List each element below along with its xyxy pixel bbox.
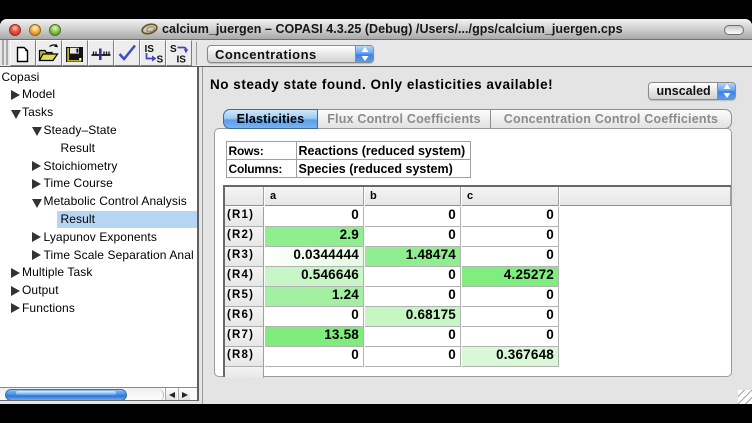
svg-text:IS: IS <box>177 55 187 66</box>
svg-text:S: S <box>157 55 164 66</box>
svg-text:S: S <box>170 44 177 55</box>
